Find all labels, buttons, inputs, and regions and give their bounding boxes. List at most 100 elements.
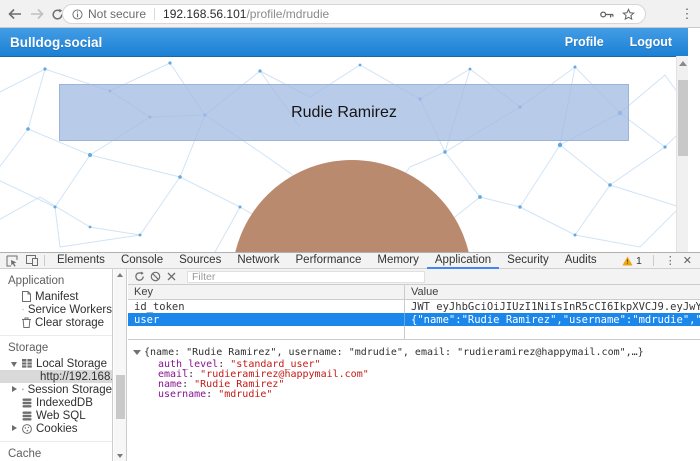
info-icon bbox=[72, 9, 83, 20]
password-key-icon[interactable] bbox=[600, 10, 614, 19]
application-sidebar: Application Manifest Service Workers Cle… bbox=[0, 269, 113, 461]
cookie-icon bbox=[22, 424, 32, 434]
x-icon bbox=[167, 272, 176, 281]
chevron-down-icon[interactable] bbox=[11, 362, 17, 367]
tab-network[interactable]: Network bbox=[229, 253, 287, 269]
table-icon bbox=[22, 385, 24, 394]
web-page: Bulldog.social Profile Logout bbox=[0, 28, 688, 252]
cell-value: {"name":"Rudie Ramirez","username":"mdru… bbox=[404, 313, 700, 326]
nav-link-logout[interactable]: Logout bbox=[630, 35, 672, 49]
browser-toolbar: Not secure 192.168.56.101/profile/mdrudi… bbox=[0, 0, 700, 28]
tab-elements[interactable]: Elements bbox=[49, 253, 113, 269]
property-key: username bbox=[158, 389, 206, 400]
device-toolbar-button[interactable] bbox=[24, 254, 40, 268]
chevron-right-icon[interactable] bbox=[12, 386, 17, 392]
sidebar-item-label: Service Workers bbox=[28, 304, 112, 316]
refresh-icon bbox=[134, 271, 145, 282]
cell-key: id_token bbox=[128, 300, 404, 313]
back-arrow-icon bbox=[8, 8, 22, 20]
bookmark-star-icon[interactable] bbox=[622, 8, 635, 21]
object-preview-summary[interactable]: {name: "Rudie Ramirez", username: "mdrud… bbox=[132, 347, 700, 360]
sidebar-item-label: Clear storage bbox=[35, 317, 104, 329]
sidebar-scrollbar-thumb[interactable] bbox=[116, 375, 125, 419]
inspect-element-button[interactable] bbox=[4, 254, 20, 268]
devtools-menu-button[interactable]: ⋮ bbox=[665, 254, 676, 267]
back-button[interactable] bbox=[6, 5, 24, 23]
url-path: /profile/mdrudie bbox=[246, 7, 329, 21]
sidebar-section-cache: Cache bbox=[0, 442, 112, 461]
sidebar-item-web-sql[interactable]: Web SQL bbox=[0, 409, 112, 422]
sidebar-item-label: Manifest bbox=[35, 291, 78, 303]
site-navbar: Bulldog.social Profile Logout bbox=[0, 28, 688, 57]
sidebar-item-local-storage-origin[interactable]: http://192.168.56.101 bbox=[0, 370, 112, 383]
forward-arrow-icon bbox=[30, 8, 44, 20]
profile-page-content: Rudie Ramirez bbox=[0, 57, 688, 252]
sidebar-item-session-storage[interactable]: Session Storage bbox=[0, 383, 112, 396]
storage-pane: Key Value id_token JWT eyJhbGciOiJIUzI1N… bbox=[128, 269, 700, 461]
profile-photo bbox=[232, 160, 472, 252]
sidebar-item-indexeddb[interactable]: IndexedDB bbox=[0, 396, 112, 409]
storage-toolbar bbox=[128, 269, 700, 285]
url-host: 192.168.56.101 bbox=[163, 7, 246, 21]
table-row-user[interactable]: user {"name":"Rudie Ramirez","username":… bbox=[128, 313, 700, 326]
sidebar-scrollbar[interactable] bbox=[114, 269, 127, 461]
scroll-up-icon[interactable] bbox=[117, 273, 123, 277]
devtools-close-button[interactable]: ✕ bbox=[683, 254, 692, 267]
sidebar-item-label: Session Storage bbox=[28, 384, 112, 396]
forward-button[interactable] bbox=[28, 5, 46, 23]
inspect-cursor-icon bbox=[6, 255, 18, 267]
nav-link-profile[interactable]: Profile bbox=[565, 35, 604, 49]
sidebar-section-application: Application bbox=[0, 269, 112, 290]
manifest-icon bbox=[22, 291, 31, 302]
tab-audits[interactable]: Audits bbox=[557, 253, 605, 269]
sidebar-item-local-storage[interactable]: Local Storage bbox=[0, 357, 112, 370]
sidebar-section-storage: Storage bbox=[0, 336, 112, 357]
page-scrollbar[interactable] bbox=[676, 56, 688, 252]
tab-security[interactable]: Security bbox=[499, 253, 557, 269]
service-workers-icon bbox=[22, 304, 24, 315]
security-label: Not secure bbox=[88, 7, 146, 21]
object-summary-text: {name: "Rudie Ramirez", username: "mdrud… bbox=[144, 347, 644, 358]
browser-menu-button[interactable]: ⋮ bbox=[680, 4, 694, 24]
storage-table-header: Key Value bbox=[128, 285, 700, 300]
chevron-right-icon[interactable] bbox=[12, 425, 17, 431]
warning-count: 1 bbox=[636, 255, 642, 267]
expander-down-icon[interactable] bbox=[133, 350, 141, 355]
filter-input[interactable] bbox=[187, 271, 425, 283]
sidebar-item-clear-storage[interactable]: Clear storage bbox=[0, 316, 112, 329]
devtools-tabbar: Elements Console Sources Network Perform… bbox=[0, 253, 700, 269]
sidebar-item-label: http://192.168.56.101 bbox=[40, 371, 113, 383]
sidebar-item-label: Cookies bbox=[36, 423, 78, 435]
scroll-up-icon[interactable] bbox=[679, 61, 687, 66]
profile-name-banner: Rudie Ramirez bbox=[59, 84, 629, 141]
device-toolbar-icon bbox=[26, 255, 38, 266]
tab-memory[interactable]: Memory bbox=[369, 253, 427, 269]
tabbar-divider bbox=[653, 255, 654, 266]
tab-performance[interactable]: Performance bbox=[288, 253, 370, 269]
refresh-button[interactable] bbox=[131, 270, 147, 284]
scroll-down-icon[interactable] bbox=[117, 454, 123, 458]
table-empty-row bbox=[128, 326, 700, 340]
block-icon bbox=[150, 271, 161, 282]
table-row-id-token[interactable]: id_token JWT eyJhbGciOiJIUzI1NiIsInR5cCI… bbox=[128, 300, 700, 313]
object-property: username: "mdrudie" bbox=[132, 390, 700, 400]
sidebar-item-service-workers[interactable]: Service Workers bbox=[0, 303, 112, 316]
object-preview-pane: {name: "Rudie Ramirez", username: "mdrud… bbox=[128, 343, 700, 461]
page-scrollbar-thumb[interactable] bbox=[678, 80, 688, 156]
sidebar-item-cookies[interactable]: Cookies bbox=[0, 422, 112, 435]
site-brand: Bulldog.social bbox=[10, 35, 102, 50]
address-bar[interactable]: Not secure 192.168.56.101/profile/mdrudi… bbox=[62, 4, 646, 24]
tab-application[interactable]: Application bbox=[427, 253, 499, 269]
tab-sources[interactable]: Sources bbox=[171, 253, 229, 269]
warning-triangle-icon bbox=[622, 256, 633, 266]
column-header-key[interactable]: Key bbox=[128, 285, 404, 299]
property-value: "mdrudie" bbox=[218, 389, 272, 400]
tab-console[interactable]: Console bbox=[113, 253, 171, 269]
console-warning-badge[interactable]: 1 bbox=[622, 255, 642, 267]
clear-storage-trash-icon bbox=[22, 317, 31, 328]
sidebar-item-manifest[interactable]: Manifest bbox=[0, 290, 112, 303]
delete-selected-button[interactable] bbox=[163, 270, 179, 284]
sidebar-item-label: IndexedDB bbox=[36, 397, 93, 409]
clear-all-button[interactable] bbox=[147, 270, 163, 284]
column-header-value[interactable]: Value bbox=[404, 285, 700, 299]
